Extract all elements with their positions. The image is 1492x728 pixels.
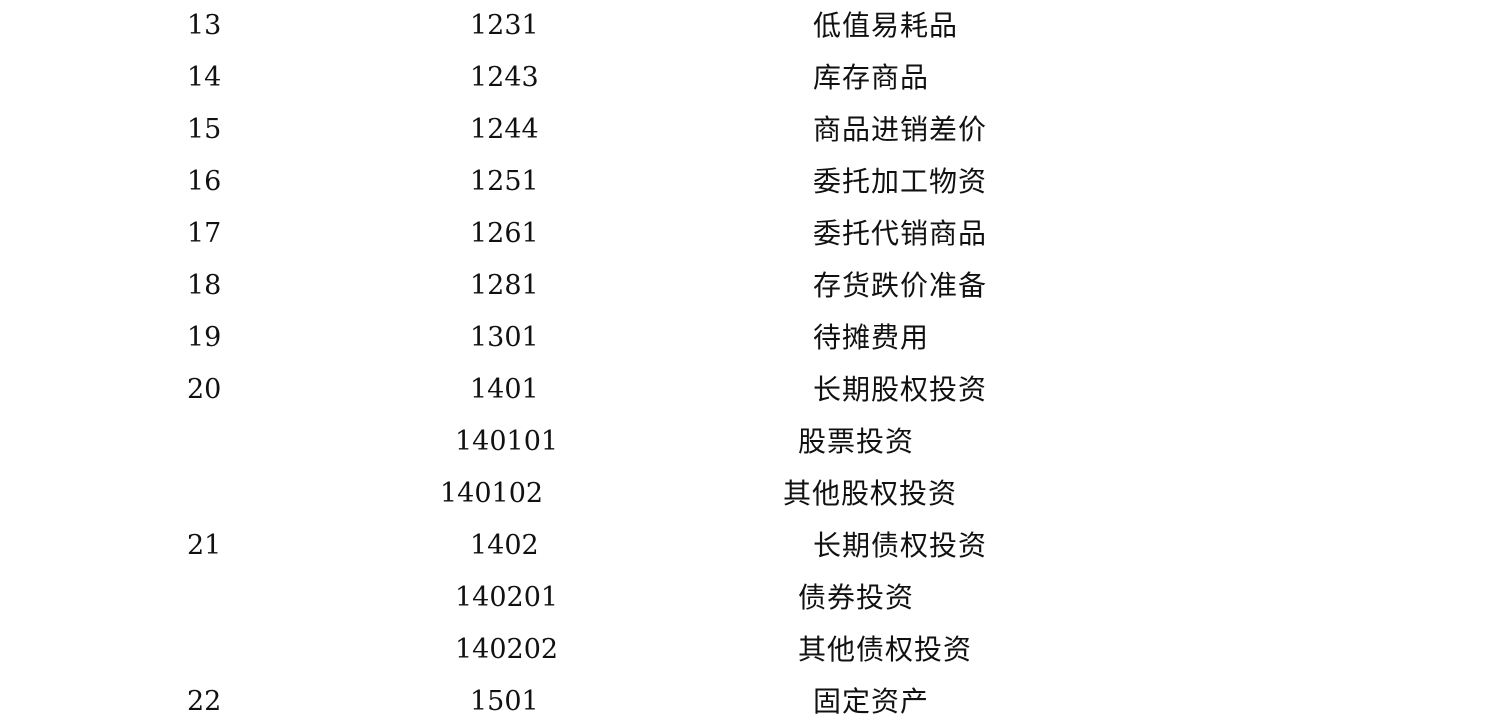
account-name: 股票投资 [798, 425, 915, 458]
table-row: 15 1244 商品进销差价 [0, 104, 1492, 156]
row-seq: 18 [187, 270, 222, 301]
account-name: 债券投资 [798, 581, 915, 614]
table-row: 14 1243 库存商品 [0, 52, 1492, 104]
account-code: 140101 [455, 426, 559, 457]
table-row: 140102 其他股权投资 [0, 468, 1492, 520]
account-name: 委托加工物资 [813, 165, 988, 198]
row-seq: 16 [187, 166, 222, 197]
table-row: 19 1301 待摊费用 [0, 312, 1492, 364]
account-code: 1281 [470, 270, 539, 301]
account-name: 待摊费用 [813, 321, 930, 354]
account-name: 商品进销差价 [813, 113, 988, 146]
row-seq: 13 [187, 10, 222, 41]
account-code: 140102 [440, 478, 544, 509]
table-row: 20 1401 长期股权投资 [0, 364, 1492, 416]
account-code: 1231 [470, 10, 539, 41]
table-row: 140202 其他债权投资 [0, 624, 1492, 676]
account-name: 低值易耗品 [813, 9, 959, 42]
table-row: 16 1251 委托加工物资 [0, 156, 1492, 208]
account-name: 库存商品 [813, 61, 930, 94]
account-code: 1501 [470, 686, 539, 717]
account-code-table: 13 1231 低值易耗品 14 1243 库存商品 15 1244 商品进销差… [0, 0, 1492, 724]
row-seq: 21 [187, 530, 222, 561]
row-seq: 17 [187, 218, 222, 249]
table-row: 21 1402 长期债权投资 [0, 520, 1492, 572]
row-seq: 15 [187, 114, 222, 145]
account-code: 1301 [470, 322, 539, 353]
account-code: 140202 [455, 634, 559, 665]
account-code: 140201 [455, 582, 559, 613]
table-row: 17 1261 委托代销商品 [0, 208, 1492, 260]
row-seq: 22 [187, 686, 222, 717]
table-row: 140101 股票投资 [0, 416, 1492, 468]
account-name: 长期债权投资 [813, 529, 988, 562]
row-seq: 19 [187, 322, 222, 353]
account-code: 1402 [470, 530, 539, 561]
table-row: 140201 债券投资 [0, 572, 1492, 624]
account-name: 其他股权投资 [783, 477, 958, 510]
account-code: 1243 [470, 62, 539, 93]
account-code: 1401 [470, 374, 539, 405]
row-seq: 20 [187, 374, 222, 405]
account-name: 委托代销商品 [813, 217, 988, 250]
account-name: 固定资产 [813, 685, 930, 718]
account-code: 1261 [470, 218, 539, 249]
account-code: 1244 [470, 114, 539, 145]
account-name: 存货跌价准备 [813, 269, 988, 302]
account-code: 1251 [470, 166, 539, 197]
table-row: 13 1231 低值易耗品 [0, 0, 1492, 52]
table-row: 22 1501 固定资产 [0, 676, 1492, 728]
row-seq: 14 [187, 62, 222, 93]
account-name: 其他债权投资 [798, 633, 973, 666]
account-name: 长期股权投资 [813, 373, 988, 406]
table-row: 18 1281 存货跌价准备 [0, 260, 1492, 312]
